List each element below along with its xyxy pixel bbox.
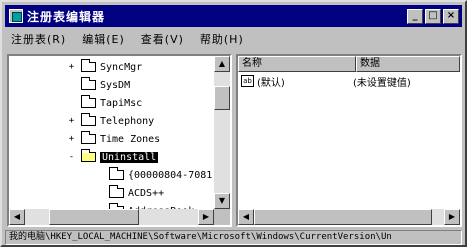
tree-item-label: TapiMsc [100, 97, 143, 109]
folder-icon [81, 131, 96, 144]
folder-icon [81, 113, 96, 126]
value-data: (未设置键值) [353, 77, 411, 89]
registry-editor-window: 注册表编辑器 _ □ × 注册表(R) 编辑(E) 查看(V) 帮助(H) + … [0, 0, 467, 247]
list-horizontal-scrollbar[interactable]: ◀ ▶ [238, 209, 460, 225]
string-value-icon: ab [241, 75, 254, 87]
expander-placeholder [95, 189, 104, 198]
window-title: 注册表编辑器 [27, 9, 106, 24]
menu-registry[interactable]: 注册表(R) [11, 31, 66, 47]
tree-item-label: {00000804-7081- [128, 169, 219, 181]
scroll-down-arrow-icon[interactable]: ▼ [214, 193, 230, 209]
menu-help[interactable]: 帮助(H) [200, 31, 244, 47]
title-bar[interactable]: 注册表编辑器 _ □ × [5, 5, 462, 27]
list-header: 名称 数据 [238, 56, 460, 72]
tree-item-label: Telephony [100, 115, 155, 127]
open-folder-icon [81, 149, 96, 162]
expander-placeholder [67, 81, 76, 90]
tree-vscroll-thumb[interactable] [214, 86, 230, 110]
tree-item-label-selected: Uninstall [100, 151, 159, 163]
list-row[interactable]: ab (默认) (未设置键值) [238, 73, 460, 89]
maximize-button[interactable]: □ [425, 8, 441, 24]
folder-icon [81, 59, 96, 72]
folder-icon [109, 167, 124, 180]
window-controls: _ □ × [407, 8, 459, 24]
scroll-right-arrow-icon[interactable]: ▶ [198, 209, 214, 225]
tree-item-label: Time Zones [100, 133, 161, 145]
minimize-button[interactable]: _ [407, 8, 423, 24]
scroll-right-arrow-icon[interactable]: ▶ [444, 209, 460, 225]
tree-item-time-zones[interactable]: + Time Zones [67, 131, 160, 147]
expander-placeholder [67, 99, 76, 108]
key-tree-pane[interactable]: + SyncMgr SysDM TapiMsc + Telephony + Ti… [7, 54, 232, 227]
tree-item-label: SyncMgr [100, 61, 143, 73]
expander-placeholder [95, 171, 104, 180]
column-header-data[interactable]: 数据 [356, 56, 460, 72]
scroll-left-arrow-icon[interactable]: ◀ [9, 209, 25, 225]
menu-view[interactable]: 查看(V) [141, 31, 184, 47]
folder-icon [81, 77, 96, 90]
tree-item-tapimsc[interactable]: TapiMsc [67, 95, 142, 111]
menu-bar: 注册表(R) 编辑(E) 查看(V) 帮助(H) [5, 29, 462, 49]
tree-item-acdsplus[interactable]: ACDS++ [95, 185, 164, 201]
tree-horizontal-scrollbar[interactable]: ◀ ▶ [9, 209, 214, 225]
tree-item-telephony[interactable]: + Telephony [67, 113, 154, 129]
close-button[interactable]: × [443, 8, 459, 24]
column-header-name[interactable]: 名称 [238, 56, 356, 72]
tree-item-guid[interactable]: {00000804-7081- [95, 167, 218, 183]
collapse-icon[interactable]: - [67, 152, 76, 162]
value-list-pane[interactable]: 名称 数据 ab (默认) (未设置键值) ◀ ▶ [236, 54, 462, 227]
tree-item-syncmgr[interactable]: + SyncMgr [67, 59, 142, 75]
status-bar: 我的电脑\HKEY_LOCAL_MACHINE\Software\Microso… [5, 230, 462, 245]
tree-item-uninstall[interactable]: - Uninstall [67, 149, 159, 165]
menu-edit[interactable]: 编辑(E) [82, 31, 125, 47]
folder-icon [109, 185, 124, 198]
folder-icon [81, 95, 96, 108]
registry-app-icon [9, 9, 23, 23]
expand-icon[interactable]: + [67, 116, 76, 126]
value-name: (默认) [257, 77, 285, 89]
scroll-up-arrow-icon[interactable]: ▲ [214, 56, 230, 72]
scrollbar-corner [214, 209, 230, 225]
tree-hscroll-thumb[interactable] [49, 209, 139, 225]
list-hscroll-thumb[interactable] [254, 209, 432, 225]
tree-item-sysdm[interactable]: SysDM [67, 77, 130, 93]
expand-icon[interactable]: + [67, 62, 76, 72]
tree-item-label: SysDM [100, 79, 131, 91]
scroll-left-arrow-icon[interactable]: ◀ [238, 209, 254, 225]
tree-item-label: ACDS++ [128, 187, 165, 199]
tree-vertical-scrollbar[interactable]: ▲ ▼ [214, 56, 230, 209]
expand-icon[interactable]: + [67, 134, 76, 144]
